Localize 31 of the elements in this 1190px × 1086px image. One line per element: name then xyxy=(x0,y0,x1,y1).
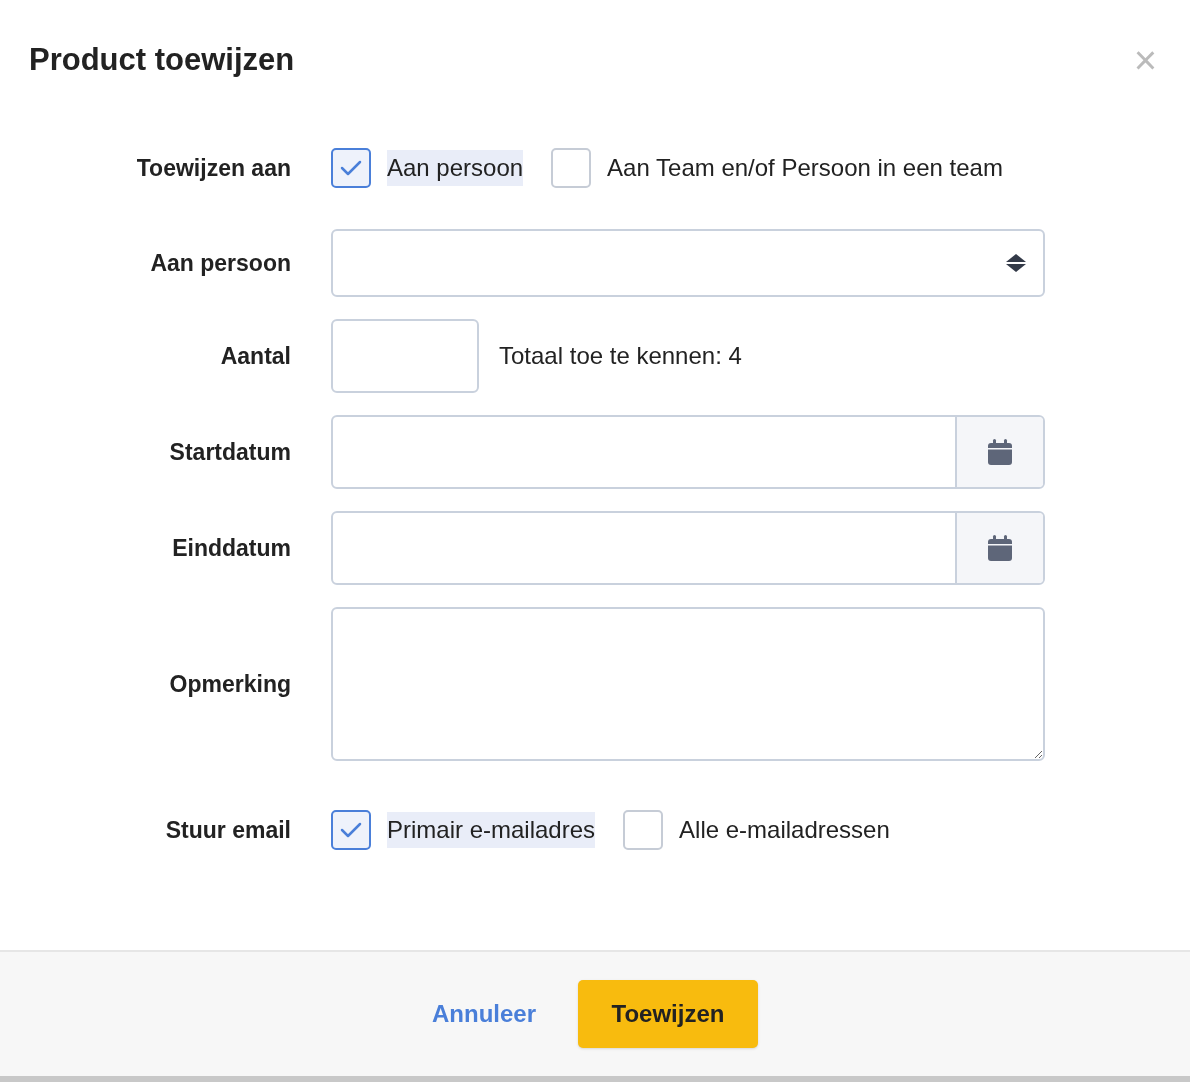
field-label: Toewijzen aan xyxy=(136,153,291,183)
checkbox[interactable] xyxy=(623,810,664,850)
cancel-link[interactable]: Annuleer xyxy=(432,996,536,1032)
checkbox-label[interactable]: Alle e-mailadressen xyxy=(679,812,890,848)
checkbox-label[interactable]: Aan Team en/of Persoon in een team xyxy=(607,150,1003,186)
checkbox[interactable] xyxy=(331,148,371,188)
calendar-button[interactable] xyxy=(955,417,1043,487)
assign-button[interactable]: Toewijzen xyxy=(578,980,758,1048)
remark-textarea[interactable] xyxy=(331,607,1045,761)
date-field[interactable] xyxy=(331,511,1045,585)
calendar-icon xyxy=(987,534,1013,562)
total-note: Totaal toe te kennen: 4 xyxy=(499,341,742,371)
checkbox[interactable] xyxy=(331,810,371,850)
sort-arrows-icon xyxy=(1005,253,1027,273)
field-label: Einddatum xyxy=(172,533,291,563)
field-label: Aan persoon xyxy=(150,248,291,278)
checkmark-icon xyxy=(340,821,362,839)
field-label: Stuur email xyxy=(165,815,291,845)
checkbox[interactable] xyxy=(551,148,592,188)
dialog-title: Product toewijzen xyxy=(29,41,295,79)
number-input[interactable] xyxy=(331,319,479,393)
date-field[interactable] xyxy=(331,415,1045,489)
checkbox-label[interactable]: Aan persoon xyxy=(387,150,524,186)
select-field[interactable] xyxy=(331,229,1045,297)
checkmark-icon xyxy=(340,159,362,177)
checkbox-label[interactable]: Primair e-mailadres xyxy=(387,812,596,848)
calendar-button[interactable] xyxy=(955,513,1043,583)
field-label: Opmerking xyxy=(169,669,291,699)
field-label: Aantal xyxy=(220,341,291,371)
calendar-icon xyxy=(987,438,1013,466)
field-label: Startdatum xyxy=(169,437,291,467)
